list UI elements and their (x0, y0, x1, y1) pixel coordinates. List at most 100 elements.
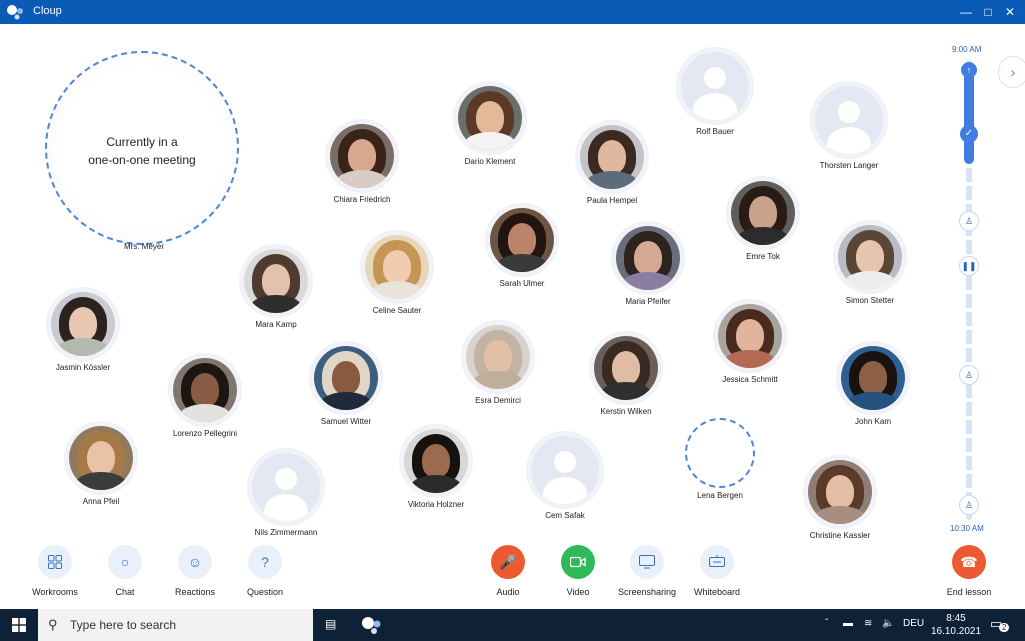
participant-name: Dario Klement (464, 157, 516, 166)
participant-chiara-friedrich[interactable]: Chiara Friedrich (307, 120, 417, 204)
video-label: Video (566, 587, 590, 597)
screensharing-label: Screensharing (617, 587, 677, 597)
participant-name: Mara Kamp (255, 320, 297, 329)
video-button[interactable]: Video (543, 545, 613, 597)
workrooms-label: Workrooms (32, 587, 78, 597)
speaker-icon[interactable]: 🔈 (882, 618, 894, 629)
pending-avatar-icon (685, 418, 755, 488)
screensharing-button[interactable]: Screensharing (612, 545, 682, 597)
windows-logo-icon (12, 618, 26, 632)
participant-esra-demirci[interactable]: Esra Demirci (443, 321, 553, 405)
workrooms-button[interactable]: Workrooms (20, 545, 90, 597)
task-view-icon[interactable]: ▤ (325, 617, 336, 631)
participant-viktoria-holzner[interactable]: Viktoria Holzner (381, 425, 491, 509)
avatar-placeholder-icon (681, 52, 749, 120)
whiteboard-button[interactable]: Whiteboard (682, 545, 752, 597)
timeline-person-icon[interactable]: ♙ (959, 495, 979, 515)
meeting-status-line1: Currently in a (106, 135, 178, 149)
search-placeholder: Type here to search (70, 618, 177, 632)
microphone-muted-icon: 🎤 (491, 545, 525, 579)
participant-name: Kerstin Wilken (600, 407, 652, 416)
grid-icon (38, 545, 72, 579)
one-on-one-meeting-circle[interactable]: Currently in a one-on-one meeting (45, 51, 239, 245)
timeline-current-marker-icon[interactable]: ↑ (961, 62, 977, 78)
reactions-button[interactable]: ☺ Reactions (160, 545, 230, 597)
participant-name: Christine Kassler (809, 531, 871, 540)
question-label: Question (246, 587, 284, 597)
participant-name: Celine Sauter (372, 306, 422, 315)
participant-name: Sarah Ulmer (499, 279, 545, 288)
close-button[interactable]: ✕ (998, 0, 1022, 24)
participant-lorenzo-pellegrini[interactable]: Lorenzo Pellegrini (150, 354, 260, 438)
device-icon[interactable]: ▬ (843, 618, 853, 629)
minimize-button[interactable]: — (954, 0, 978, 24)
participant-john-kam[interactable]: John Kam (818, 342, 928, 426)
timeline-person-icon[interactable]: ♙ (959, 365, 979, 385)
end-lesson-button[interactable]: ☎ End lesson (934, 545, 1004, 597)
cloup-taskbar-icon[interactable] (358, 614, 388, 636)
participant-name: Maria Pfeifer (625, 297, 671, 306)
participant-maria-pfeifer[interactable]: Maria Pfeifer (593, 222, 703, 306)
meeting-person-name: Mrs. Meyer (124, 242, 164, 251)
timeline-check-icon[interactable]: ✓ (960, 125, 978, 143)
avatar-placeholder-icon (815, 86, 883, 154)
participant-paula-hempel[interactable]: Paula Hempel (557, 121, 667, 205)
participant-nils-zimmermann[interactable]: Nils Zimmermann (231, 449, 341, 537)
whiteboard-label: Whiteboard (693, 587, 741, 597)
participant-name: Viktoria Holzner (407, 500, 465, 509)
expand-panel-button[interactable]: › (998, 56, 1025, 88)
participant-kerstin-wilken[interactable]: Kerstin Wilken (571, 332, 681, 416)
participant-name: Emre Tok (746, 252, 780, 261)
participant-celine-sauter[interactable]: Celine Sauter (342, 231, 452, 315)
chat-label: Chat (115, 587, 135, 597)
meeting-status-line2: one-on-one meeting (88, 153, 196, 167)
participant-samuel-witter[interactable]: Samuel Witter (291, 342, 401, 426)
chat-button[interactable]: ○ Chat (90, 545, 160, 597)
audio-label: Audio (496, 587, 520, 597)
participant-anna-pfeil[interactable]: Anna Pfeil (46, 422, 156, 506)
participant-mara-kamp[interactable]: Mara Kamp (221, 245, 331, 329)
participant-name: Rolf Bauer (696, 127, 734, 136)
chevron-up-icon[interactable]: ˆ (825, 618, 828, 629)
timeline-end-time: 10:30 AM (950, 524, 984, 533)
wifi-icon[interactable]: ≋ (864, 618, 872, 629)
camera-icon (561, 545, 595, 579)
participant-jessica-schmitt[interactable]: Jessica Schmitt (695, 300, 805, 384)
question-button[interactable]: ? Question (230, 545, 300, 597)
participant-emre-tok[interactable]: Emre Tok (708, 177, 818, 261)
taskbar-clock[interactable]: 8:45 16.10.2021 (926, 612, 986, 638)
participant-name: Anna Pfeil (82, 497, 120, 506)
participant-name: Lorenzo Pellegrini (172, 429, 238, 438)
participant-dario-klement[interactable]: Dario Klement (435, 82, 545, 166)
participant-christine-kassler[interactable]: Christine Kassler (785, 456, 895, 540)
start-button[interactable] (0, 609, 38, 641)
clock-time: 8:45 (946, 613, 966, 624)
timeline-pause-icon[interactable]: ❚❚ (959, 256, 979, 276)
participant-sarah-ulmer[interactable]: Sarah Ulmer (467, 204, 577, 288)
whiteboard-icon (700, 545, 734, 579)
notification-count: 2 (999, 623, 1010, 632)
end-lesson-label: End lesson (946, 587, 992, 597)
participant-name: Lena Bergen (697, 491, 743, 500)
timeline-person-icon[interactable]: ♙ (959, 211, 979, 231)
participant-cem-safak[interactable]: Cem Safak (510, 432, 620, 520)
participant-jasmin-kossler[interactable]: Jasmin Kössler (28, 288, 138, 372)
chat-bubble-icon: ○ (108, 545, 142, 579)
cloup-logo-icon (7, 5, 23, 20)
language-indicator[interactable]: DEU (903, 618, 924, 629)
clock-date: 16.10.2021 (930, 626, 982, 637)
avatar-placeholder-icon (252, 453, 320, 521)
audio-button[interactable]: 🎤 Audio (473, 545, 543, 597)
participant-thorsten-langer[interactable]: Thorsten Langer (794, 82, 904, 170)
chevron-right-icon: › (1010, 64, 1016, 80)
participant-rolf-bauer[interactable]: Rolf Bauer (660, 48, 770, 136)
taskbar-search-box[interactable]: ⚲ Type here to search (38, 609, 313, 641)
maximize-button[interactable]: □ (976, 0, 1000, 24)
participant-lena-bergen[interactable]: Lena Bergen (665, 418, 775, 500)
participant-simon-stetter[interactable]: Simon Stetter (815, 221, 925, 305)
participant-name: Jasmin Kössler (55, 363, 111, 372)
timeline-progress (964, 64, 974, 164)
participant-name: Thorsten Langer (819, 161, 879, 170)
notifications-button[interactable]: ▭ 2 (990, 616, 1010, 634)
monitor-icon (630, 545, 664, 579)
